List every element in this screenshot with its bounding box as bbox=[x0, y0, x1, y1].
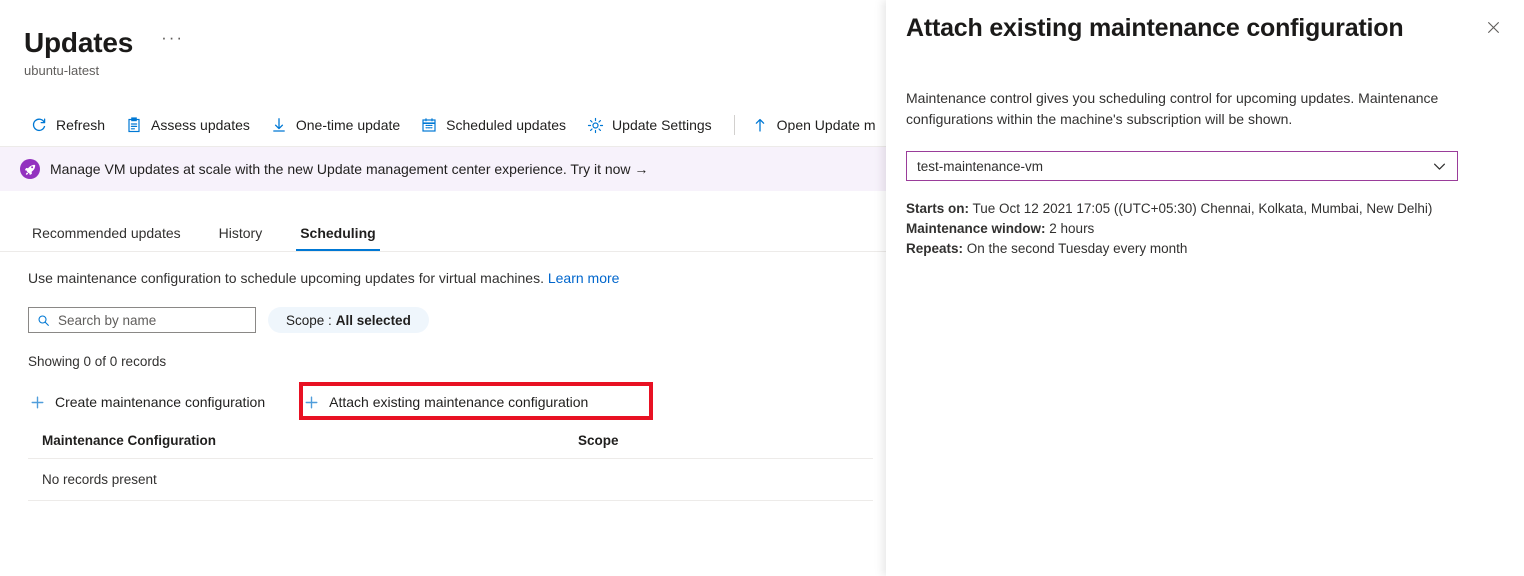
refresh-icon bbox=[30, 116, 48, 134]
detail-repeats: Repeats: On the second Tuesday every mon… bbox=[906, 239, 1502, 259]
detail-maintenance-window-value: 2 hours bbox=[1049, 221, 1094, 236]
tab-recommended-updates[interactable]: Recommended updates bbox=[28, 225, 185, 251]
table-row: No records present bbox=[28, 459, 873, 501]
attach-maintenance-configuration-panel: Attach existing maintenance configuratio… bbox=[886, 0, 1524, 576]
promo-banner-text: Manage VM updates at scale with the new … bbox=[50, 161, 648, 177]
chevron-down-icon bbox=[1431, 158, 1448, 175]
detail-starts-on-value: Tue Oct 12 2021 17:05 ((UTC+05:30) Chenn… bbox=[973, 201, 1433, 216]
scope-filter-label: Scope : bbox=[286, 313, 332, 328]
detail-maintenance-window-label: Maintenance window: bbox=[906, 221, 1046, 236]
one-time-update-button[interactable]: One-time update bbox=[264, 109, 410, 141]
command-separator bbox=[734, 115, 735, 135]
filter-row: Scope : All selected bbox=[28, 307, 890, 333]
tab-history[interactable]: History bbox=[215, 225, 267, 251]
more-options-icon[interactable]: ··· bbox=[161, 31, 184, 55]
maintenance-configuration-select-value: test-maintenance-vm bbox=[917, 159, 1043, 174]
scheduling-description-text: Use maintenance configuration to schedul… bbox=[28, 270, 544, 286]
search-icon bbox=[37, 314, 50, 327]
scope-filter-value: All selected bbox=[336, 313, 411, 328]
download-arrow-icon bbox=[270, 116, 288, 134]
refresh-button[interactable]: Refresh bbox=[24, 109, 115, 141]
table-empty-message: No records present bbox=[28, 472, 578, 487]
panel-description: Maintenance control gives you scheduling… bbox=[906, 88, 1472, 130]
table-header-row: Maintenance Configuration Scope bbox=[28, 433, 873, 459]
update-settings-label: Update Settings bbox=[612, 117, 712, 133]
create-maintenance-configuration-button[interactable]: Create maintenance configuration bbox=[28, 386, 273, 418]
update-settings-button[interactable]: Update Settings bbox=[580, 109, 722, 141]
maintenance-configuration-select[interactable]: test-maintenance-vm bbox=[906, 151, 1458, 181]
plus-icon bbox=[28, 393, 46, 411]
assess-updates-label: Assess updates bbox=[151, 117, 250, 133]
updates-blade: Updates ··· ubuntu-latest Refresh bbox=[0, 0, 890, 576]
clipboard-icon bbox=[125, 116, 143, 134]
action-row: Create maintenance configuration Attach … bbox=[28, 385, 890, 419]
column-header-scope: Scope bbox=[578, 433, 778, 448]
scheduled-updates-label: Scheduled updates bbox=[446, 117, 566, 133]
search-input[interactable] bbox=[56, 312, 247, 329]
attach-existing-maintenance-configuration-button[interactable]: Attach existing maintenance configuratio… bbox=[290, 386, 602, 418]
open-update-management-button[interactable]: Open Update m bbox=[745, 109, 886, 141]
page-header: Updates ··· ubuntu-latest bbox=[0, 0, 890, 78]
search-box[interactable] bbox=[28, 307, 256, 333]
panel-body: Maintenance control gives you scheduling… bbox=[886, 88, 1524, 259]
create-maintenance-configuration-label: Create maintenance configuration bbox=[55, 394, 265, 410]
page-subtitle: ubuntu-latest bbox=[24, 63, 890, 78]
detail-starts-on-label: Starts on: bbox=[906, 201, 969, 216]
page-title-row: Updates ··· bbox=[24, 26, 890, 60]
gear-icon bbox=[586, 116, 604, 134]
maintenance-configuration-table: Maintenance Configuration Scope No recor… bbox=[28, 433, 873, 501]
tab-bar: Recommended updates History Scheduling bbox=[0, 207, 890, 252]
page-title: Updates bbox=[24, 26, 133, 60]
panel-header: Attach existing maintenance configuratio… bbox=[886, 0, 1524, 44]
detail-repeats-value: On the second Tuesday every month bbox=[967, 241, 1188, 256]
one-time-update-label: One-time update bbox=[296, 117, 400, 133]
panel-title: Attach existing maintenance configuratio… bbox=[906, 12, 1403, 44]
close-icon[interactable] bbox=[1480, 14, 1506, 40]
detail-starts-on: Starts on: Tue Oct 12 2021 17:05 ((UTC+0… bbox=[906, 199, 1502, 219]
plus-icon bbox=[302, 393, 320, 411]
scope-filter-pill[interactable]: Scope : All selected bbox=[268, 307, 429, 333]
calendar-icon bbox=[420, 116, 438, 134]
learn-more-link[interactable]: Learn more bbox=[548, 270, 620, 286]
open-update-management-label: Open Update m bbox=[777, 117, 876, 133]
assess-updates-button[interactable]: Assess updates bbox=[119, 109, 260, 141]
maintenance-configuration-details: Starts on: Tue Oct 12 2021 17:05 ((UTC+0… bbox=[906, 199, 1502, 259]
up-arrow-icon bbox=[751, 116, 769, 134]
command-bar: Refresh Assess updates One-time update bbox=[0, 104, 890, 147]
tab-scheduling[interactable]: Scheduling bbox=[296, 225, 379, 251]
refresh-label: Refresh bbox=[56, 117, 105, 133]
detail-repeats-label: Repeats: bbox=[906, 241, 963, 256]
rocket-icon bbox=[20, 159, 40, 179]
column-header-maintenance-configuration: Maintenance Configuration bbox=[28, 433, 578, 448]
scheduling-description: Use maintenance configuration to schedul… bbox=[28, 270, 890, 286]
attach-existing-maintenance-configuration-label: Attach existing maintenance configuratio… bbox=[329, 394, 588, 410]
scheduling-tab-content: Use maintenance configuration to schedul… bbox=[0, 252, 890, 501]
records-count: Showing 0 of 0 records bbox=[28, 354, 890, 369]
detail-maintenance-window: Maintenance window: 2 hours bbox=[906, 219, 1502, 239]
promo-banner[interactable]: Manage VM updates at scale with the new … bbox=[0, 147, 890, 191]
scheduled-updates-button[interactable]: Scheduled updates bbox=[414, 109, 576, 141]
